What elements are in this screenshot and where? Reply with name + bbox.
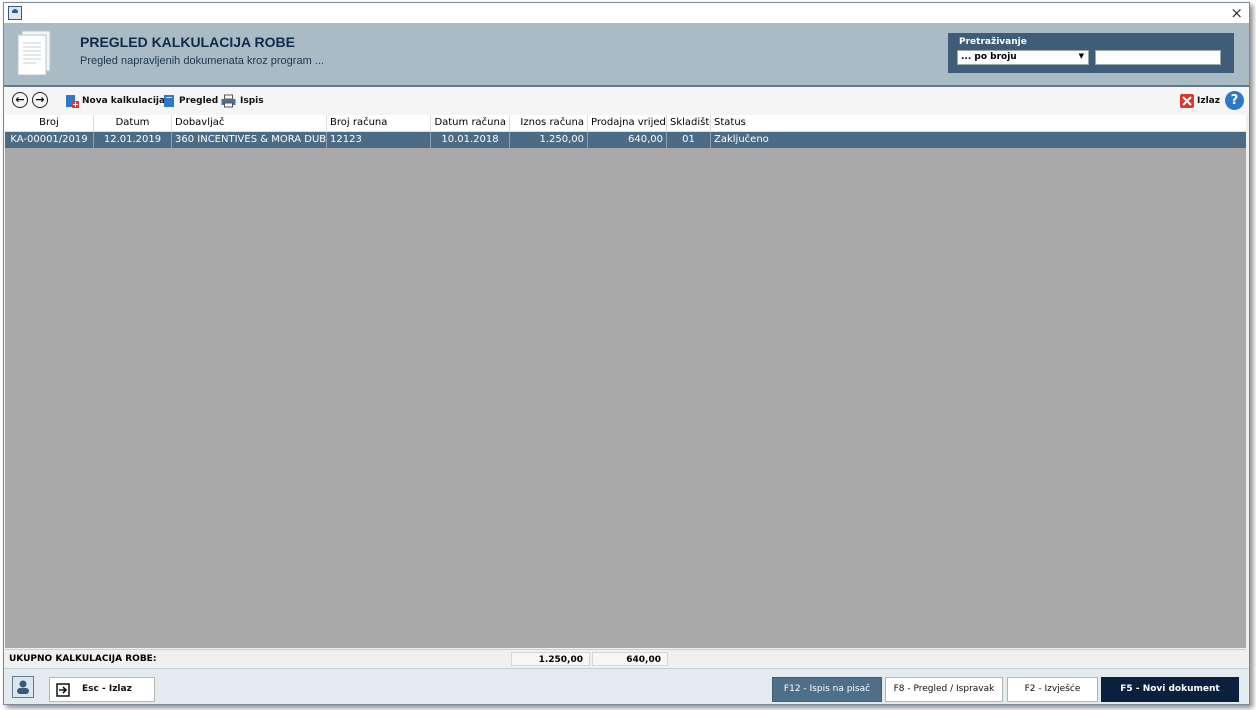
app-icon — [8, 6, 22, 20]
document-icon — [17, 30, 51, 76]
cell-invoice-number: 12123 — [327, 132, 431, 148]
total-sale-value: 640,00 — [592, 652, 668, 666]
f5-new-document-button[interactable]: F5 - Novi dokument — [1101, 677, 1239, 702]
column-header-supplier[interactable]: Dobavljač — [172, 115, 327, 131]
search-label: Pretraživanje — [959, 37, 1027, 47]
view-label: Pregled — [179, 96, 219, 106]
table-row[interactable]: KA-00001/2019 12.01.2019 360 INCENTIVES … — [5, 132, 1246, 148]
cell-number: KA-00001/2019 — [5, 132, 94, 148]
toolbar: ← → Nova kalkulacija Pregled Ispis Izlaz… — [4, 87, 1249, 115]
totals-bar: UKUPNO KALKULACIJA ROBE: 1.250,00 640,00 — [5, 649, 1246, 668]
calculations-table: Broj Datum Dobavljač Broj računa Datum r… — [5, 115, 1246, 648]
column-header-status[interactable]: Status — [711, 115, 1246, 131]
cell-supplier: 360 INCENTIVES & MORA DUBROVNIK — [172, 132, 327, 148]
exit-arrow-icon — [56, 682, 70, 697]
cell-sale-value: 640,00 — [588, 132, 667, 148]
column-header-invoice-date[interactable]: Datum računa — [431, 115, 510, 131]
exit-button[interactable]: Izlaz — [1180, 94, 1220, 108]
column-header-invoice-number[interactable]: Broj računa — [327, 115, 431, 131]
forward-arrow-icon[interactable]: → — [32, 92, 48, 108]
cell-warehouse: 01 — [667, 132, 711, 148]
close-icon[interactable]: × — [1230, 4, 1243, 22]
esc-exit-button[interactable]: Esc - Izlaz — [49, 677, 155, 702]
document-icon — [164, 95, 174, 107]
column-header-warehouse[interactable]: Skladište — [667, 115, 711, 131]
cell-date: 12.01.2019 — [94, 132, 172, 148]
column-header-date[interactable]: Datum — [94, 115, 172, 131]
cell-status: Zaključeno — [714, 134, 769, 145]
print-button[interactable]: Ispis — [220, 94, 264, 108]
new-calculation-label: Nova kalkulacija — [82, 96, 166, 106]
user-icon[interactable] — [12, 676, 34, 698]
page-header: PREGLED KALKULACIJA ROBE Pregled napravl… — [4, 23, 1249, 87]
new-document-icon — [66, 95, 79, 108]
f2-report-button[interactable]: F2 - Izvješće — [1007, 677, 1098, 702]
app-window: × PREGLED KALKULACIJA ROBE Pregled napra… — [3, 2, 1250, 705]
column-header-invoice-amount[interactable]: Iznos računa — [510, 115, 588, 131]
new-calculation-button[interactable]: Nova kalkulacija — [65, 94, 165, 108]
close-icon — [1180, 94, 1194, 108]
help-icon[interactable]: ? — [1225, 91, 1244, 110]
title-bar: × — [4, 3, 1249, 23]
search-panel: Pretraživanje ... po broju ▼ — [948, 33, 1234, 73]
footer-bar: Esc - Izlaz F12 - Ispis na pisač F8 - Pr… — [4, 668, 1249, 704]
search-input[interactable] — [1095, 50, 1221, 65]
page-title: PREGLED KALKULACIJA ROBE — [80, 34, 295, 50]
f12-print-button[interactable]: F12 - Ispis na pisač — [772, 677, 882, 702]
chevron-down-icon: ▼ — [1078, 52, 1084, 60]
page-subtitle: Pregled napravljenih dokumenata kroz pro… — [80, 55, 324, 67]
table-header: Broj Datum Dobavljač Broj računa Datum r… — [5, 115, 1246, 132]
back-arrow-icon[interactable]: ← — [12, 92, 28, 108]
search-mode-value: ... po broju — [961, 52, 1017, 62]
esc-exit-label: Esc - Izlaz — [82, 684, 132, 694]
search-mode-select[interactable]: ... po broju ▼ — [957, 50, 1089, 65]
exit-label: Izlaz — [1197, 96, 1220, 106]
printer-icon — [221, 94, 236, 108]
cell-invoice-amount: 1.250,00 — [510, 132, 588, 148]
print-label: Ispis — [240, 96, 264, 106]
f8-view-edit-button[interactable]: F8 - Pregled / Ispravak — [885, 677, 1003, 702]
total-invoice-amount: 1.250,00 — [511, 652, 590, 666]
totals-label: UKUPNO KALKULACIJA ROBE: — [9, 654, 157, 664]
cell-invoice-date: 10.01.2018 — [431, 132, 510, 148]
view-button[interactable]: Pregled — [162, 94, 218, 108]
column-header-sale-value[interactable]: Prodajna vrijed. — [588, 115, 667, 131]
user-figure-icon — [17, 680, 29, 694]
column-header-number[interactable]: Broj — [5, 115, 94, 131]
